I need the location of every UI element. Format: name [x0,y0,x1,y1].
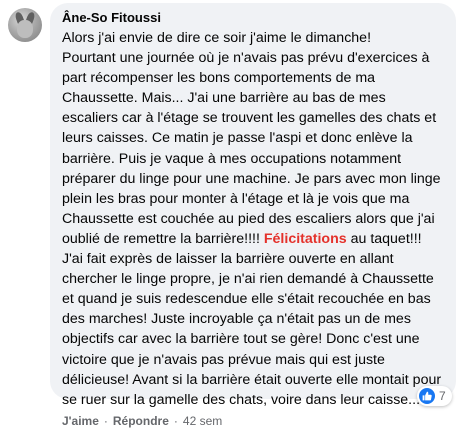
comment-author[interactable]: Âne-So Fitoussi [62,10,444,26]
comment-text: Alors j'ai envie de dire ce soir j'aime … [62,28,444,410]
timestamp[interactable]: 42 sem [183,413,222,429]
like-button[interactable]: J'aime [62,413,99,429]
separator: · [173,414,178,428]
comment-bubble: Âne-So Fitoussi Alors j'ai envie de dire… [50,3,456,408]
avatar-face [17,20,33,38]
comment-actions: J'aime · Répondre · 42 sem [62,413,222,429]
comment-text-part: Alors j'ai envie de dire ce soir j'aime … [62,30,441,247]
reply-button[interactable]: Répondre [113,413,169,429]
comment-text-part: au taquet!!! J'ai fait exprès de laisser… [62,230,442,408]
avatar[interactable] [8,8,42,42]
separator: · [103,414,108,428]
reaction-summary[interactable]: 7 [417,386,452,406]
highlighted-word: Félicitations [263,230,347,247]
like-icon [419,388,435,404]
reaction-count: 7 [439,389,446,403]
